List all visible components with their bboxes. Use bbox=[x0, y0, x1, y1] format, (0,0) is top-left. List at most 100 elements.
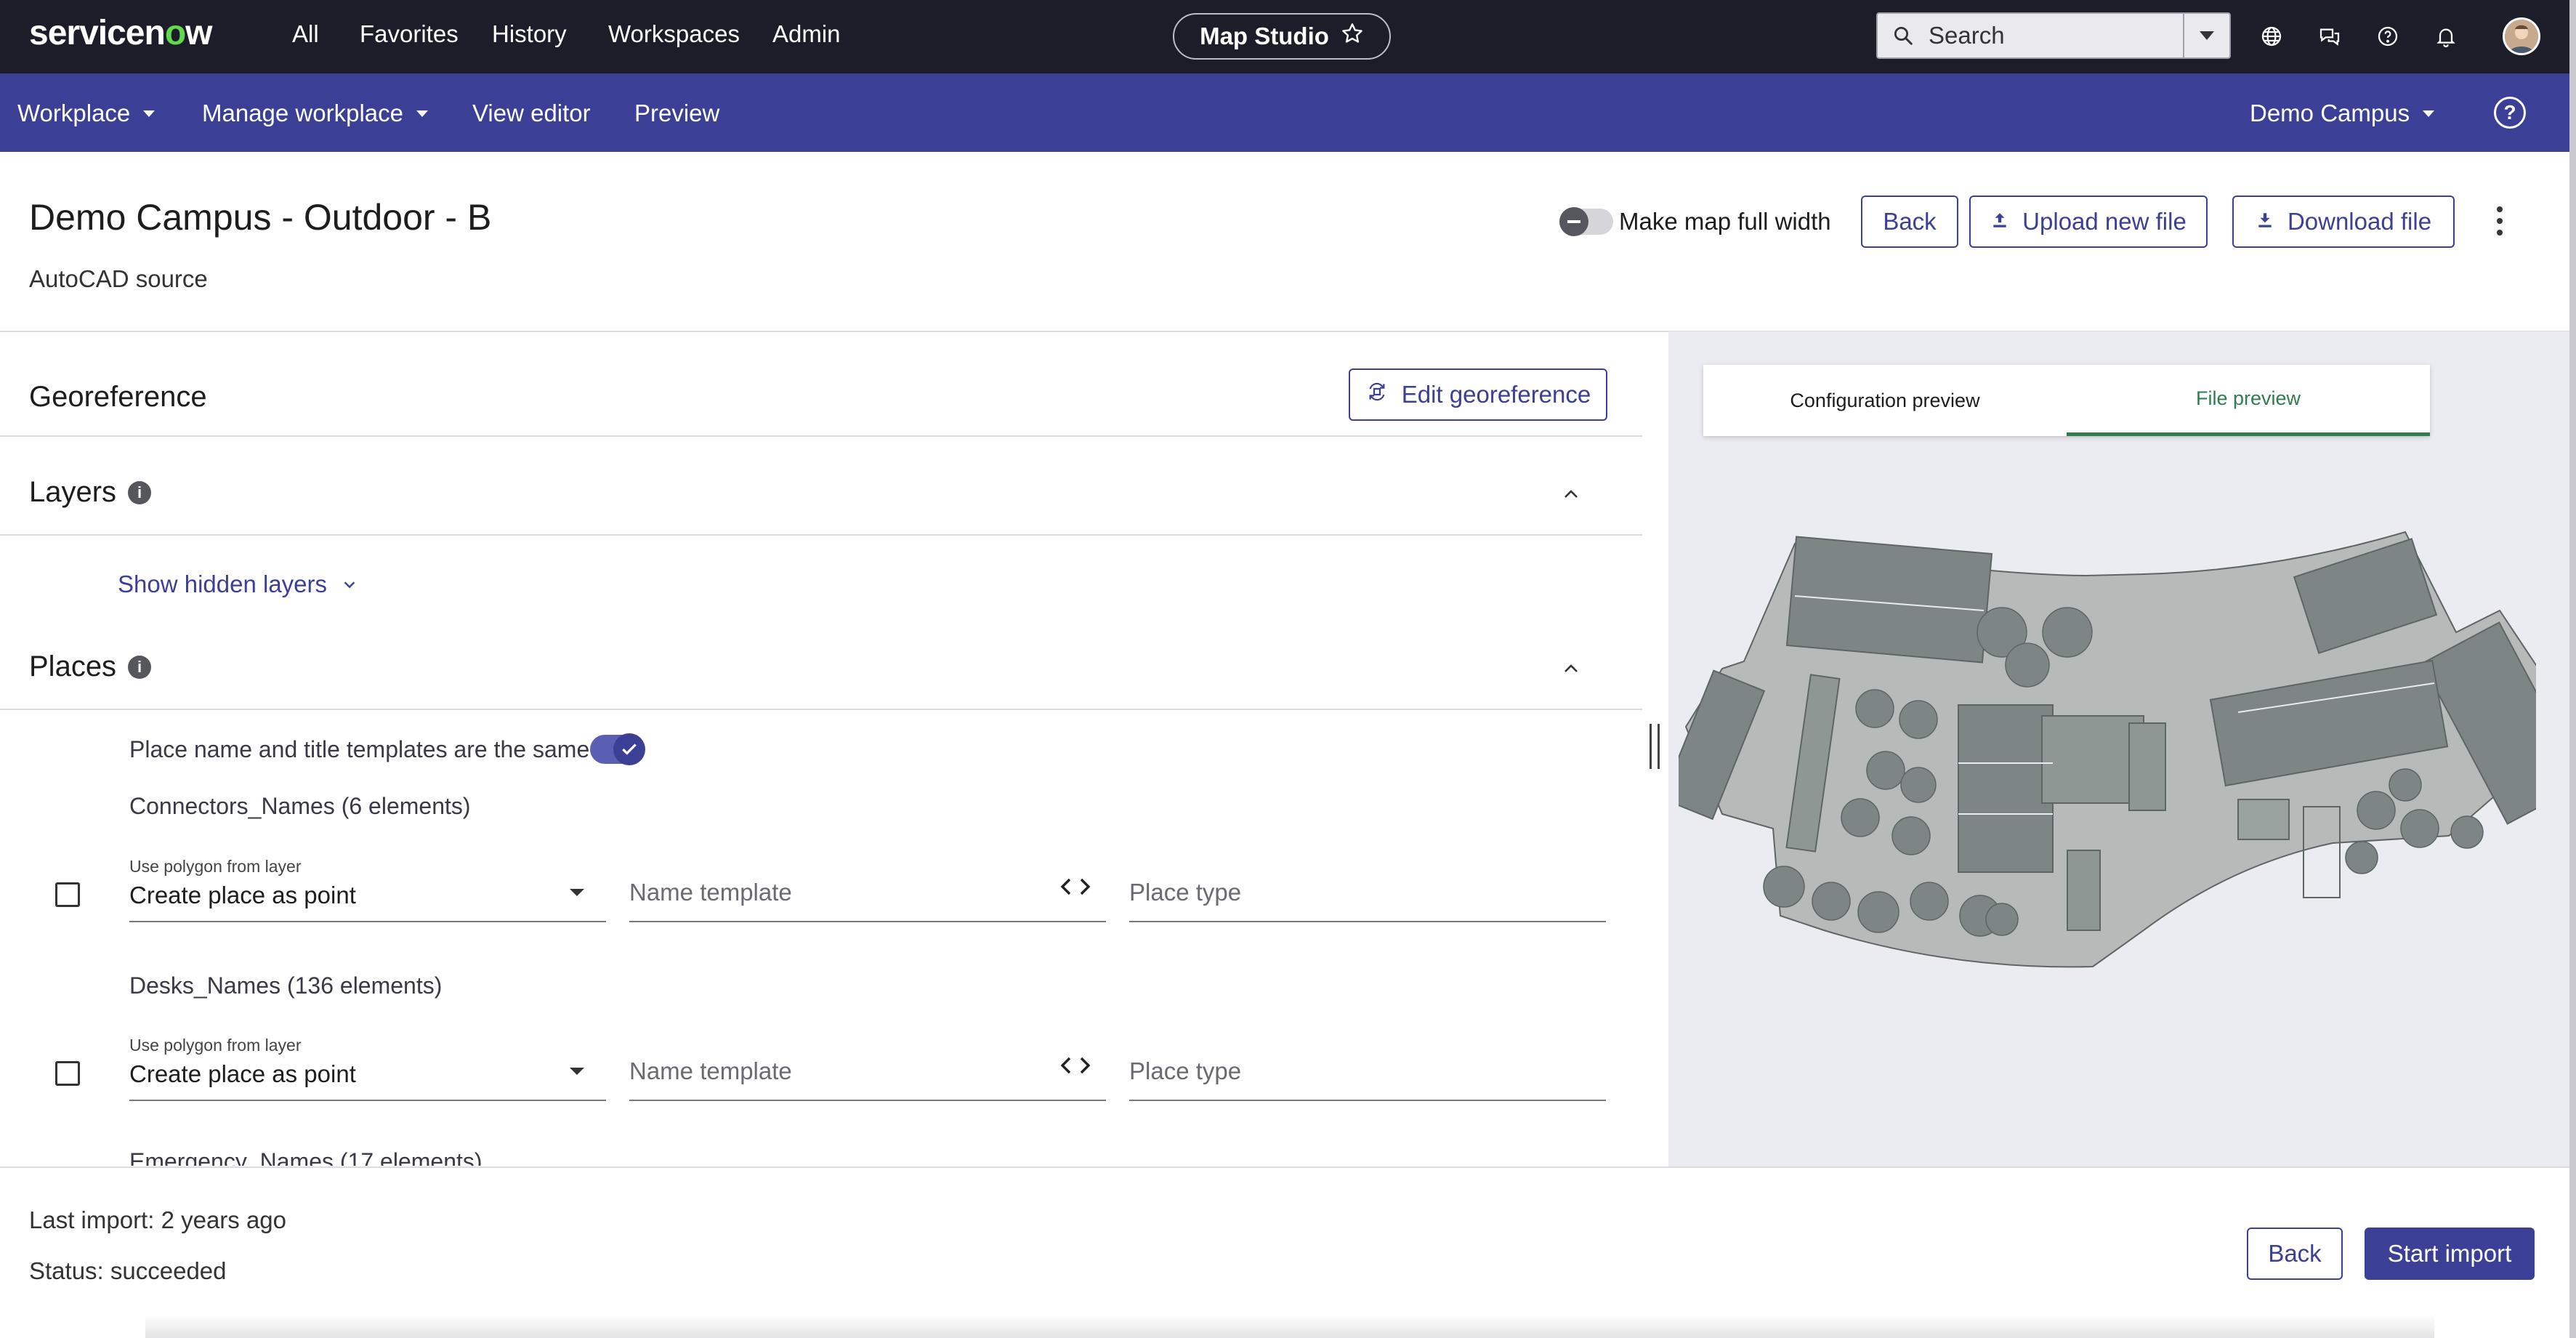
name-template-placeholder: Name template bbox=[629, 1057, 792, 1084]
workplace-help-icon[interactable]: ? bbox=[2494, 97, 2526, 129]
download-file-label: Download file bbox=[2287, 208, 2432, 235]
georeference-divider bbox=[0, 435, 1642, 437]
places-divider bbox=[0, 709, 1642, 710]
bell-icon[interactable] bbox=[2431, 22, 2460, 51]
user-avatar[interactable] bbox=[2503, 17, 2540, 55]
window-bottom-shadow bbox=[145, 1314, 2434, 1338]
menu-manage-workplace-label: Manage workplace bbox=[202, 100, 403, 126]
tab-configuration-preview[interactable]: Configuration preview bbox=[1703, 365, 2067, 436]
page-subtitle: AutoCAD source bbox=[29, 265, 208, 292]
footer-back-button[interactable]: Back bbox=[2247, 1228, 2343, 1280]
upload-new-file-button[interactable]: Upload new file bbox=[1969, 196, 2208, 248]
same-template-label: Place name and title templates are the s… bbox=[129, 736, 590, 762]
chat-icon[interactable] bbox=[2315, 22, 2344, 51]
show-hidden-layers-link[interactable]: Show hidden layers bbox=[118, 571, 358, 598]
caret-down-icon bbox=[143, 110, 156, 117]
code-icon[interactable] bbox=[1059, 877, 1091, 900]
preview-tabs: Configuration preview File preview bbox=[1703, 365, 2430, 436]
name-template-placeholder: Name template bbox=[629, 879, 792, 906]
check-icon bbox=[613, 733, 645, 765]
layers-title: Layers i bbox=[29, 476, 152, 509]
header-back-label: Back bbox=[1883, 208, 1937, 235]
nav-link-all[interactable]: All bbox=[292, 20, 319, 48]
nav-link-workspaces[interactable]: Workspaces bbox=[608, 20, 740, 48]
workplace-navigation-bar: Workplace Manage workplace View editor P… bbox=[0, 73, 2576, 152]
menu-workplace[interactable]: Workplace bbox=[17, 100, 156, 127]
upload-icon bbox=[1990, 208, 2009, 235]
code-icon[interactable] bbox=[1059, 1056, 1091, 1079]
floor-plan-preview[interactable] bbox=[1679, 523, 2536, 988]
polygon-select-value: Create place as point bbox=[129, 1060, 356, 1087]
menu-view-editor-label: View editor bbox=[472, 100, 591, 126]
menu-preview[interactable]: Preview bbox=[634, 100, 719, 127]
top-navigation-bar: servicenow All Favorites History Workspa… bbox=[0, 0, 2576, 73]
more-options-icon[interactable] bbox=[2490, 206, 2510, 235]
star-icon[interactable] bbox=[1341, 22, 1364, 51]
connectors-place-type-field[interactable]: Place type bbox=[1129, 848, 1606, 922]
start-import-button[interactable]: Start import bbox=[2365, 1228, 2535, 1280]
app-title-pill[interactable]: Map Studio bbox=[1173, 13, 1391, 60]
tab-file-preview[interactable]: File preview bbox=[2067, 365, 2430, 436]
polygon-select-label: Use polygon from layer bbox=[129, 857, 302, 876]
global-search[interactable]: Search bbox=[1876, 12, 2231, 59]
search-icon bbox=[1878, 25, 1929, 47]
same-template-toggle[interactable] bbox=[590, 733, 645, 765]
start-import-label: Start import bbox=[2387, 1240, 2512, 1267]
edit-georeference-label: Edit georeference bbox=[1401, 381, 1591, 408]
georeference-title: Georeference bbox=[29, 381, 207, 414]
menu-preview-label: Preview bbox=[634, 100, 720, 126]
place-type-placeholder: Place type bbox=[1129, 1057, 1242, 1084]
campus-selector[interactable]: Demo Campus bbox=[2250, 100, 2435, 127]
places-title-text: Places bbox=[29, 650, 117, 682]
search-scope-dropdown[interactable] bbox=[2183, 14, 2229, 57]
app-title: Map Studio bbox=[1200, 23, 1329, 49]
menu-view-editor[interactable]: View editor bbox=[472, 100, 591, 127]
nav-link-admin[interactable]: Admin bbox=[772, 20, 841, 48]
header-back-button[interactable]: Back bbox=[1861, 196, 1958, 248]
chevron-down-icon bbox=[342, 571, 358, 598]
caret-down-icon bbox=[416, 110, 428, 117]
desks-polygon-select[interactable]: Use polygon from layer Create place as p… bbox=[129, 1027, 606, 1101]
caret-down-icon bbox=[570, 1068, 584, 1075]
desks-checkbox[interactable] bbox=[55, 1061, 80, 1086]
connectors-polygon-select[interactable]: Use polygon from layer Create place as p… bbox=[129, 848, 606, 922]
toggle-off-knob bbox=[1559, 207, 1588, 236]
layers-title-text: Layers bbox=[29, 476, 117, 508]
menu-workplace-label: Workplace bbox=[17, 100, 131, 126]
connectors-checkbox[interactable] bbox=[55, 882, 80, 907]
page-title: Demo Campus - Outdoor - B bbox=[29, 197, 492, 238]
download-file-button[interactable]: Download file bbox=[2232, 196, 2455, 248]
desks-place-type-field[interactable]: Place type bbox=[1129, 1027, 1606, 1101]
caret-down-icon bbox=[570, 889, 584, 896]
search-label: Search bbox=[1929, 22, 2005, 49]
group-label-emergency: Emergency_Names (17 elements) bbox=[129, 1148, 483, 1166]
group-label-connectors: Connectors_Names (6 elements) bbox=[129, 793, 471, 819]
layers-divider bbox=[0, 534, 1642, 536]
desks-name-template-field[interactable]: Name template bbox=[629, 1027, 1106, 1101]
places-title: Places i bbox=[29, 650, 152, 683]
georeference-title-text: Georeference bbox=[29, 381, 207, 413]
download-icon bbox=[2256, 208, 2274, 235]
caret-down-icon bbox=[2423, 110, 2435, 117]
layers-info-icon[interactable]: i bbox=[128, 480, 152, 504]
nav-link-history[interactable]: History bbox=[492, 20, 567, 48]
collapse-places-icon[interactable] bbox=[1562, 660, 1580, 677]
full-width-label: Make map full width bbox=[1619, 208, 1831, 235]
show-hidden-layers-label: Show hidden layers bbox=[118, 571, 328, 597]
panel-resize-handle[interactable] bbox=[1650, 724, 1660, 769]
servicenow-logo[interactable]: servicenow bbox=[29, 13, 212, 53]
help-icon[interactable] bbox=[2373, 22, 2402, 51]
full-width-toggle[interactable] bbox=[1559, 207, 1613, 236]
nav-link-favorites[interactable]: Favorites bbox=[360, 20, 459, 48]
collapse-layers-icon[interactable] bbox=[1562, 485, 1580, 503]
place-type-placeholder: Place type bbox=[1129, 879, 1242, 906]
places-info-icon[interactable]: i bbox=[128, 655, 152, 679]
import-status-text: Status: succeeded bbox=[29, 1257, 227, 1284]
connectors-name-template-field[interactable]: Name template bbox=[629, 848, 1106, 922]
upload-new-file-label: Upload new file bbox=[2022, 208, 2187, 235]
menu-manage-workplace[interactable]: Manage workplace bbox=[202, 100, 428, 127]
last-import-text: Last import: 2 years ago bbox=[29, 1206, 287, 1233]
edit-georeference-button[interactable]: Edit georeference bbox=[1349, 368, 1607, 421]
group-label-desks: Desks_Names (136 elements) bbox=[129, 972, 443, 999]
globe-icon[interactable] bbox=[2257, 22, 2286, 51]
